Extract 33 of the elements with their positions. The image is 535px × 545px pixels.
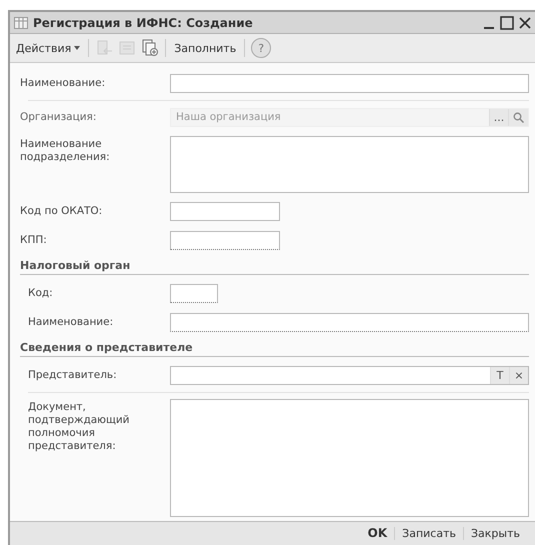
- field-label: Наименование:: [28, 316, 114, 329]
- section-header: Сведения о представителе: [20, 336, 529, 357]
- field-label: Код по ОКАТО:: [20, 204, 104, 218]
- field-label: Наименование:: [20, 76, 106, 90]
- input-field[interactable]: [170, 230, 280, 250]
- field-label: Документ, подтверждающий полномочия представителя:: [28, 400, 131, 454]
- field-label: Организация:: [20, 110, 98, 124]
- table-icon: [14, 16, 28, 29]
- section-header: Налоговый орган: [20, 254, 529, 275]
- field-label: Код:: [28, 286, 54, 300]
- input-field[interactable]: T ×: [170, 366, 529, 385]
- actions-menu-button[interactable]: Действия: [14, 42, 82, 55]
- input-field[interactable]: [170, 202, 280, 221]
- field-button[interactable]: ×: [509, 366, 528, 384]
- copy-icon[interactable]: [141, 39, 160, 58]
- field-label: КПП:: [20, 234, 48, 247]
- footer-button[interactable]: OK: [360, 526, 394, 540]
- field-button[interactable]: T: [490, 366, 509, 384]
- caret-icon: [74, 46, 80, 50]
- close-icon[interactable]: [519, 16, 531, 29]
- footer-button[interactable]: Закрыть: [463, 526, 527, 540]
- input-field[interactable]: [170, 284, 218, 303]
- field-label: Представитель:: [28, 368, 118, 382]
- maximize-icon[interactable]: [500, 16, 514, 30]
- input-field[interactable]: [170, 312, 529, 332]
- field-value: Наша организация: [175, 111, 282, 124]
- input-field[interactable]: [170, 74, 529, 93]
- field-label: Наименование подразделения:: [20, 136, 111, 164]
- help-button[interactable]: ?: [251, 38, 272, 58]
- fill-button[interactable]: Заполнить: [172, 42, 238, 55]
- footer-button[interactable]: Записать: [394, 526, 463, 540]
- window-title: Регистрация в ИФНС: Создание: [33, 16, 254, 30]
- search-icon: [513, 112, 524, 123]
